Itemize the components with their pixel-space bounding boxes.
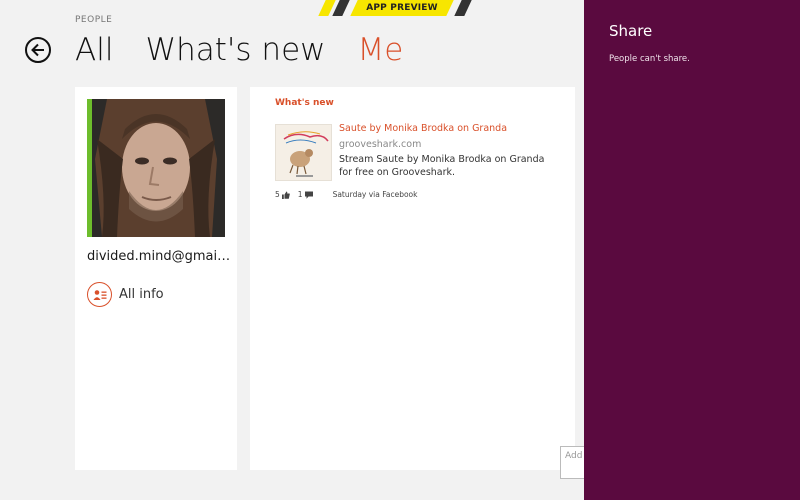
album-art-image [276, 125, 331, 180]
add-input-placeholder: Add [565, 451, 583, 461]
photo-accent-bar [87, 99, 92, 237]
post-source: Saturday via Facebook [332, 190, 418, 199]
profile-email: divided.mind@gmail.com [87, 249, 232, 264]
post-link-title[interactable]: Saute by Monika Brodka on Granda [339, 123, 507, 134]
contact-card-icon-wrap [87, 282, 112, 307]
profile-photo[interactable] [87, 99, 225, 237]
all-info-label: All info [119, 287, 164, 302]
post-thumbnail[interactable] [275, 124, 332, 181]
tab-all[interactable]: All [75, 30, 113, 70]
app-preview-banner: APP PREVIEW [318, 0, 478, 16]
back-button[interactable] [25, 37, 51, 63]
comment-count: 1 [297, 190, 303, 199]
like-count-button[interactable]: 5 [275, 190, 290, 199]
share-title: Share [609, 22, 653, 40]
tab-me[interactable]: Me [358, 30, 404, 70]
profile-photo-image [87, 99, 225, 237]
banner-stripe [332, 0, 350, 16]
all-info-button[interactable]: All info [87, 282, 164, 307]
banner-stripe [454, 0, 472, 16]
arrow-left-icon [31, 43, 44, 57]
banner-label-box: APP PREVIEW [350, 0, 454, 16]
whats-new-heading: What's new [275, 98, 334, 108]
like-count: 5 [275, 190, 280, 199]
thumbs-up-icon [281, 191, 290, 199]
contact-card-icon [93, 289, 106, 300]
comment-count-button[interactable]: 1 [298, 190, 313, 199]
post-domain: grooveshark.com [339, 139, 422, 150]
profile-card: divided.mind@gmail.com All info [75, 87, 237, 470]
share-pane: Share People can't share. [584, 0, 800, 500]
pivot-tabs: All What's new Me [75, 30, 403, 70]
post-description: Stream Saute by Monika Brodka on Granda … [339, 154, 545, 178]
app-section-label: PEOPLE [75, 15, 113, 25]
post-meta: 5 1 Saturday via Facebook [275, 190, 418, 199]
tab-whats-new[interactable]: What's new [145, 30, 325, 70]
share-message: People can't share. [609, 54, 690, 64]
comment-icon [304, 191, 313, 199]
whats-new-card: What's new Saute by Monika Brodka on Gra… [250, 87, 575, 470]
banner-label: APP PREVIEW [366, 3, 438, 13]
